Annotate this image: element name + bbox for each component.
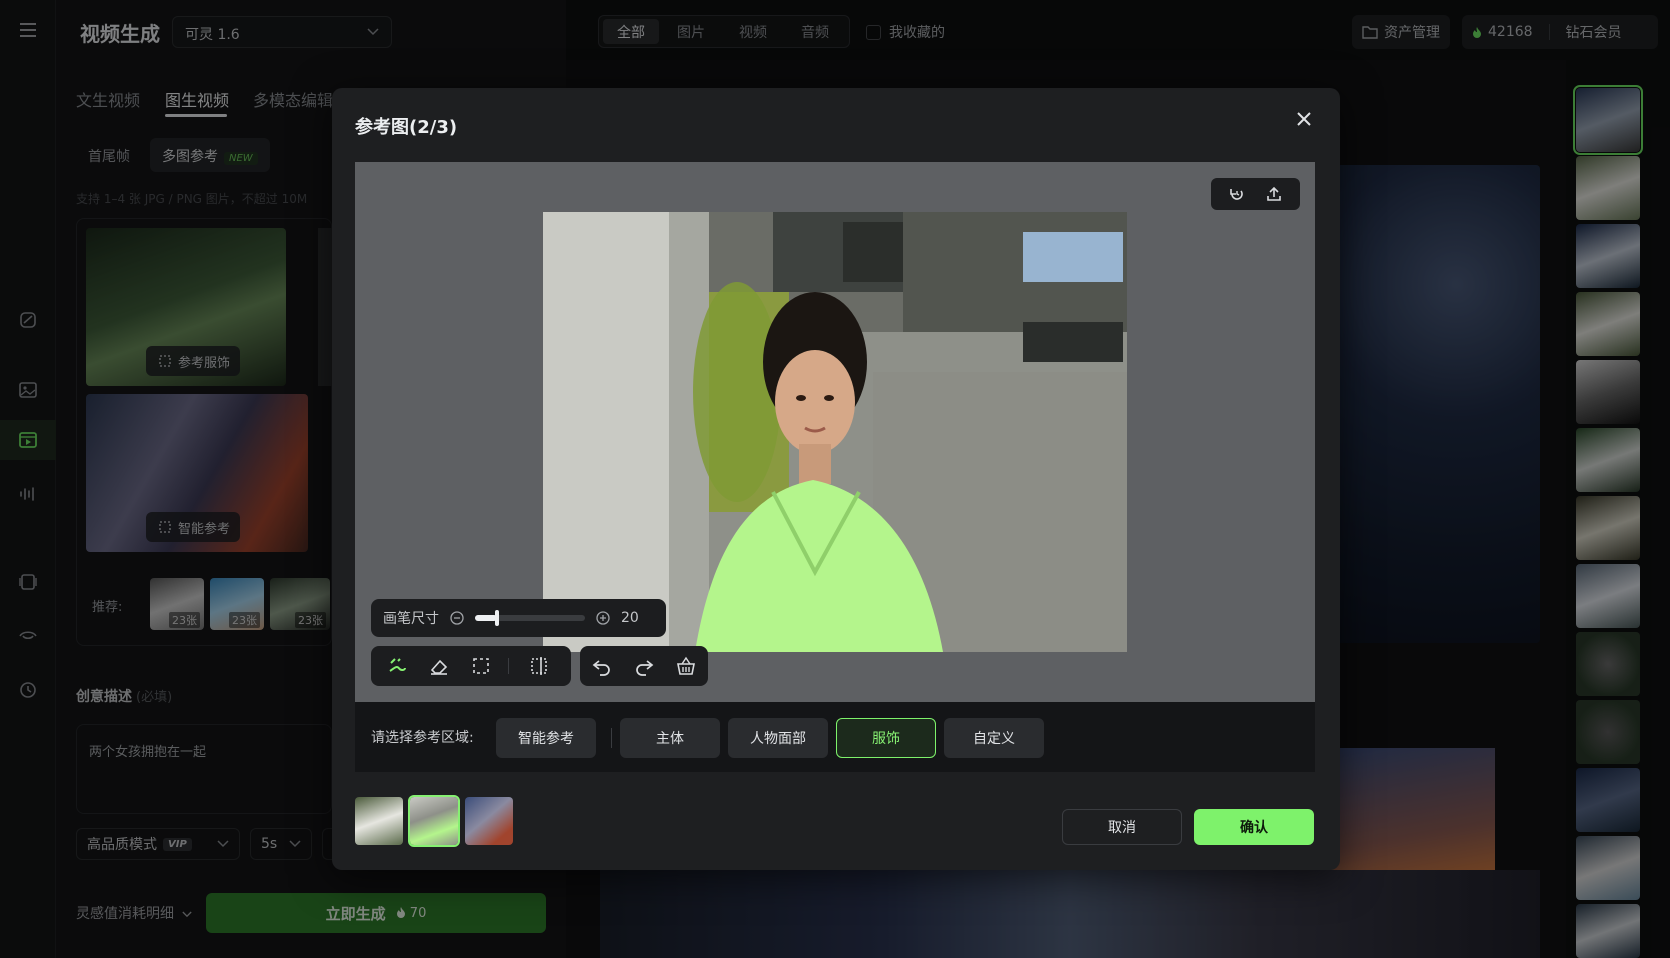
photo-illustration (543, 212, 1127, 652)
compare-tool[interactable] (527, 654, 551, 678)
brush-size-control: 画笔尺寸 20 (371, 599, 666, 637)
close-button[interactable] (1292, 107, 1316, 131)
modal-thumb-3[interactable] (465, 797, 513, 845)
reference-photo[interactable] (543, 212, 1127, 652)
select-tool[interactable] (469, 654, 493, 678)
redo-icon (636, 660, 654, 676)
reset-icon[interactable] (1228, 185, 1246, 203)
confirm-button[interactable]: 确认 (1194, 809, 1314, 845)
plus-circle-icon[interactable] (595, 610, 611, 626)
brush-size-fill (475, 615, 497, 621)
brush-size-label: 画笔尺寸 (383, 611, 439, 627)
canvas-tools (1211, 178, 1300, 210)
undo-icon (592, 660, 610, 676)
cancel-button[interactable]: 取消 (1062, 809, 1182, 845)
brush-size-value: 20 (621, 610, 639, 626)
modal-thumb-1[interactable] (355, 797, 403, 845)
eraser-tool[interactable] (427, 654, 451, 678)
minus-circle-icon[interactable] (449, 610, 465, 626)
region-smart[interactable]: 智能参考 (496, 718, 596, 758)
compare-icon (531, 657, 547, 675)
draw-toolbar (371, 646, 571, 686)
region-face[interactable]: 人物面部 (728, 718, 828, 758)
clear-basket-icon (677, 656, 695, 675)
region-custom[interactable]: 自定义 (944, 718, 1044, 758)
modal-thumb-2[interactable] (408, 795, 460, 847)
region-outfit[interactable]: 服饰 (836, 718, 936, 758)
divider (508, 658, 509, 674)
upload-icon[interactable] (1265, 185, 1283, 203)
region-subject[interactable]: 主体 (620, 718, 720, 758)
brush-size-knob[interactable] (495, 610, 499, 626)
divider (611, 728, 612, 748)
brush-size-slider[interactable] (475, 610, 585, 626)
undo-button[interactable] (590, 654, 614, 678)
clear-button[interactable] (674, 654, 698, 678)
modal-title: 参考图(2/3) (355, 117, 458, 138)
eraser-icon (430, 659, 448, 675)
brush-tool[interactable] (385, 654, 409, 678)
redo-button[interactable] (632, 654, 656, 678)
history-toolbar (580, 646, 708, 686)
selection-icon (473, 658, 489, 674)
close-icon (1297, 112, 1311, 126)
brush-icon (389, 658, 406, 672)
region-label: 请选择参考区域: (371, 730, 474, 746)
